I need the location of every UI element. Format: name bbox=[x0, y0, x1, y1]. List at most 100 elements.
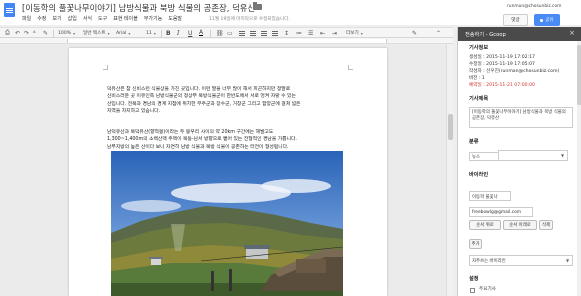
align-right-icon-lines bbox=[261, 30, 267, 36]
ruler-track[interactable] bbox=[67, 39, 387, 43]
category-value: 뉴스 bbox=[472, 155, 481, 160]
share-button[interactable]: 공유 bbox=[534, 14, 560, 26]
section-byline: 바이라인 bbox=[469, 172, 489, 178]
document-title[interactable]: [이동학의 풀꽃나무이야기] 남방식물과 북방 식물의 공존장, 덕유산 bbox=[22, 2, 255, 14]
document-canvas: 덕유산은 참 신비스런 식물상을 가진 곳입니다. 이런 말을 너무 많이 해서… bbox=[0, 44, 453, 296]
add-button[interactable]: 추가 bbox=[469, 239, 482, 249]
byline-name-field[interactable]: 이동학 풀꽃나 bbox=[469, 191, 511, 201]
italic-button[interactable]: I bbox=[177, 29, 179, 37]
margin-corner-mark bbox=[103, 65, 108, 70]
text-line: 지역을 차지하고 있습니다. bbox=[107, 109, 161, 115]
text-line: 덕유산은 참 신비스런 식물상을 가진 곳입니다. 이런 말을 너무 많이 해서… bbox=[107, 87, 291, 92]
menu-insert[interactable]: 삽입 bbox=[68, 15, 77, 25]
close-icon[interactable]: × bbox=[569, 29, 575, 37]
justify-icon[interactable] bbox=[272, 29, 278, 37]
transfer-side-panel: 전송하기 - Gcoop × 기사정보 생성일 : 2015-11-19 17:… bbox=[457, 27, 581, 296]
text-color-button[interactable]: A bbox=[199, 29, 204, 36]
created-date: 생성일 : 2015-11-19 17:02:17 bbox=[469, 55, 535, 60]
mountain-photo-image bbox=[111, 151, 343, 296]
bulleted-list-icon[interactable]: ☰ bbox=[308, 29, 313, 37]
panel-scrollbar[interactable] bbox=[577, 41, 581, 296]
paragraph[interactable]: 남덕유산과 북덕유산(향적봉)이라는 두 봉우리 사이의 약 20km 구간에는… bbox=[107, 129, 297, 151]
menu-view[interactable]: 보기 bbox=[52, 15, 61, 25]
more-button[interactable]: 더보기 bbox=[346, 29, 363, 37]
text-line: 신비스러운 곳 이유인즉 남방식물군의 정상부 북방식물군이 한반도에서 서로 … bbox=[107, 94, 296, 100]
save-status[interactable]: 11월 19일에 마지막으로 수정되었습니다. bbox=[209, 16, 290, 22]
docs-logo-icon[interactable] bbox=[4, 3, 15, 17]
menu-tools[interactable]: 도구 bbox=[98, 15, 107, 25]
menu-addons[interactable]: 부가기능 bbox=[144, 15, 162, 25]
zoom-select[interactable]: 100% bbox=[58, 29, 75, 37]
undo-icon[interactable]: ↶ bbox=[15, 29, 20, 37]
redo-icon[interactable]: ↷ bbox=[24, 29, 29, 37]
text-line: 남덕유산과 북덕유산(향적봉)이라는 두 봉우리 사이의 약 20km 구간에는… bbox=[107, 130, 274, 135]
article-title-field[interactable]: [이동학의 풀꽃나무이야기] 남방식물과 북방 식물의 공존장, 덕유산 bbox=[469, 107, 573, 128]
link-icon[interactable]: ⛓ bbox=[216, 29, 224, 37]
chevron-down-icon: ▼ bbox=[561, 153, 565, 158]
version: 버전 : 1 bbox=[469, 76, 485, 81]
menu-help[interactable]: 도움말 bbox=[168, 15, 182, 25]
menu-file[interactable]: 파일 bbox=[22, 15, 31, 25]
justify-icon-lines bbox=[272, 30, 278, 36]
menu-edit[interactable]: 수정 bbox=[37, 15, 46, 25]
order-down-button[interactable]: 순서 아래로 bbox=[503, 220, 537, 230]
share-button-label: 공유 bbox=[545, 18, 554, 23]
top-article-checkbox[interactable] bbox=[470, 288, 475, 293]
font-select[interactable]: Arial bbox=[116, 29, 130, 37]
section-category: 분류 bbox=[469, 139, 479, 145]
paint-format-icon[interactable]: ✎ bbox=[43, 29, 48, 37]
toolbar-divider bbox=[53, 30, 54, 37]
chevron-down-icon: ▼ bbox=[566, 258, 570, 263]
document-scrollbar[interactable] bbox=[446, 44, 453, 296]
folder-icon[interactable] bbox=[253, 2, 262, 10]
section-article-title: 기사제목 bbox=[469, 96, 489, 102]
toolbar: ⎙ ↶ ↷ ᴬ ✎ 100% 일반 텍스트 Arial 11 B I U A ⛓… bbox=[0, 27, 453, 38]
editing-mode-icon[interactable]: ✎ bbox=[412, 29, 417, 37]
byline-email-field[interactable]: freebowlg@gmail.com bbox=[469, 207, 533, 217]
menu-bar: 파일 수정 보기 삽입 서식 도구 표현 테이블 부가기능 도움말 bbox=[22, 15, 182, 25]
menu-table[interactable]: 표현 테이블 bbox=[113, 15, 138, 25]
user-email[interactable]: runmun@chosunbiz.com bbox=[507, 4, 561, 9]
delete-button[interactable]: 삭제 bbox=[539, 220, 553, 230]
comments-button[interactable]: 댓글 bbox=[503, 14, 528, 26]
frequent-byline-value: 자주쓰는 바이라인 bbox=[472, 259, 506, 264]
section-settings: 설정 bbox=[469, 276, 479, 282]
decrease-indent-icon[interactable]: ⇤ bbox=[320, 29, 325, 37]
margin-corner-mark bbox=[348, 65, 353, 70]
modified-date: 수정일 : 2015-11-19 17:05:07 bbox=[469, 62, 535, 67]
panel-title: 전송하기 - Gcoop bbox=[465, 31, 506, 38]
toolbar-divider bbox=[161, 30, 162, 37]
star-icon[interactable]: ☆ bbox=[239, 2, 246, 11]
author: 작성자 : 선우진(runman@chosunbiz.com) bbox=[469, 69, 560, 74]
paragraph[interactable]: 덕유산은 참 신비스런 식물상을 가진 곳입니다. 이런 말을 너무 많이 해서… bbox=[107, 86, 300, 116]
panel-title-bar: 전송하기 - Gcoop bbox=[458, 27, 581, 41]
increase-indent-icon[interactable]: ⇥ bbox=[332, 29, 337, 37]
print-icon[interactable]: ⎙ bbox=[5, 29, 10, 37]
style-select[interactable]: 일반 텍스트 bbox=[83, 29, 110, 37]
menu-format[interactable]: 서식 bbox=[83, 15, 92, 25]
mountain-photo[interactable] bbox=[111, 151, 343, 296]
toolbar-divider bbox=[210, 30, 211, 37]
frequent-byline-select[interactable]: 자주쓰는 바이라인 bbox=[469, 255, 573, 266]
section-article-info: 기사정보 bbox=[469, 45, 489, 51]
bold-button[interactable]: B bbox=[166, 29, 171, 37]
font-size-select[interactable]: 11 bbox=[146, 29, 156, 37]
document-page[interactable]: 덕유산은 참 신비스런 식물상을 가진 곳입니다. 이런 말을 너무 많이 해서… bbox=[69, 48, 387, 296]
align-left-icon[interactable] bbox=[239, 29, 245, 37]
collapse-icon[interactable]: ⌃ bbox=[436, 29, 441, 37]
order-up-button[interactable]: 순서 위로 bbox=[469, 220, 501, 230]
underline-button[interactable]: U bbox=[188, 29, 192, 37]
subcategory-select[interactable] bbox=[498, 150, 568, 161]
text-line: 1,300~1,400m의 소백산맥 주맥이 북동-남서 방향으로 뻗어 있는 … bbox=[107, 137, 297, 143]
align-center-icon[interactable] bbox=[250, 29, 256, 37]
spellcheck-icon[interactable]: ᴬ bbox=[33, 29, 36, 37]
top-article-label: 주요기사 bbox=[479, 287, 496, 292]
align-right-icon[interactable] bbox=[261, 29, 267, 37]
reserved-date: 예약일 : 2015-11-21 07:00:00 bbox=[469, 83, 535, 88]
numbered-list-icon[interactable]: ≔ bbox=[296, 29, 302, 37]
scrollbar-thumb[interactable] bbox=[448, 114, 453, 140]
line-spacing-icon[interactable]: ↕ bbox=[284, 29, 289, 37]
comment-icon[interactable]: ▭ bbox=[227, 29, 233, 37]
align-left-icon-lines bbox=[239, 30, 245, 36]
panel-scrollbar-thumb[interactable] bbox=[577, 45, 581, 105]
